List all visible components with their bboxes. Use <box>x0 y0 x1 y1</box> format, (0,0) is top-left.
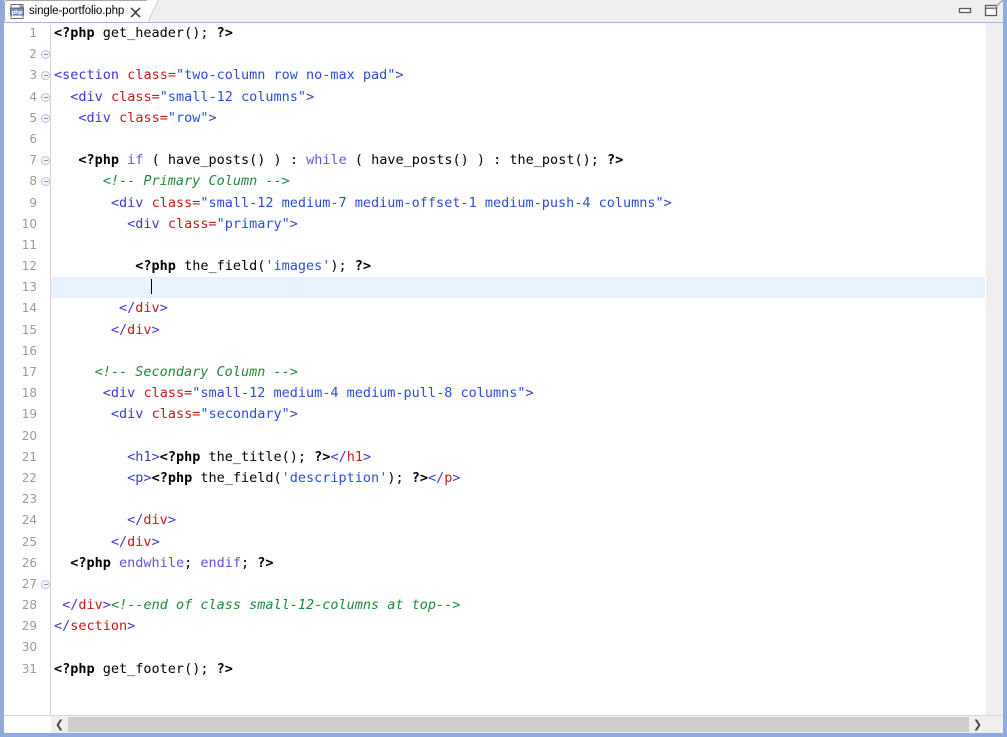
line-number: 20 <box>21 428 37 443</box>
line-number: 25 <box>21 534 37 549</box>
chevron-left-icon: ❮ <box>54 718 65 731</box>
svg-text:php: php <box>11 9 22 15</box>
line-number: 28 <box>21 598 37 613</box>
line-number: 29 <box>21 619 37 634</box>
code-line[interactable] <box>51 129 1003 150</box>
line-number: 17 <box>21 365 37 379</box>
line-number: 15 <box>21 322 37 337</box>
code-editor[interactable]: 1 2 3 4 5 6 7 8 9 10 11 12 13 14 15 16 17 18 19 20 21 22 23 24 2… <box>4 23 1003 733</box>
line-number: 2 <box>12 44 50 65</box>
vertical-scrollbar[interactable] <box>985 23 1003 733</box>
code-line[interactable] <box>51 637 1003 658</box>
code-line[interactable]: <div class="small-12 medium-7 medium-off… <box>51 193 1003 214</box>
line-number: 30 <box>21 640 37 655</box>
code-line[interactable]: </div> <box>51 298 1003 319</box>
code-canvas[interactable]: <?php get_header(); ?> <section class="t… <box>51 23 1003 733</box>
close-icon[interactable] <box>130 6 141 18</box>
code-line[interactable]: </div> <box>51 320 1003 341</box>
code-line[interactable] <box>51 489 1003 510</box>
code-line[interactable]: </section> <box>51 616 1003 637</box>
line-number: 6 <box>29 131 37 146</box>
code-line[interactable] <box>51 235 1003 256</box>
line-number: 22 <box>21 470 37 485</box>
minimize-icon[interactable] <box>958 4 972 17</box>
scroll-right-button[interactable]: ❯ <box>969 716 986 733</box>
line-number: 9 <box>29 195 37 210</box>
tab-strip: php single-portfolio.php <box>4 0 148 23</box>
code-line[interactable]: <div class="small-12 columns"> <box>51 87 1003 108</box>
line-number: 12 <box>21 259 37 274</box>
code-line[interactable]: <section class="two-column row no-max pa… <box>51 65 1003 86</box>
line-number: 3 <box>12 65 50 86</box>
line-number: 1 <box>29 26 37 40</box>
code-line[interactable]: <?php if ( have_posts() ) : while ( have… <box>51 150 1003 171</box>
line-number: 4 <box>12 87 50 108</box>
line-number: 18 <box>21 386 37 401</box>
line-number: 26 <box>21 555 37 570</box>
line-number: 13 <box>21 280 37 295</box>
line-number: 21 <box>21 449 37 464</box>
line-number: 19 <box>21 407 37 422</box>
editor-window: php single-portfolio.php 1 2 3 4 5 6 7 8… <box>0 0 1007 737</box>
code-line[interactable]: <!-- Primary Column --> <box>51 171 1003 192</box>
code-line[interactable]: <div class="secondary"> <box>51 404 1003 425</box>
line-number: 27 <box>12 574 50 595</box>
line-number: 24 <box>21 513 37 528</box>
fold-collapse-icon[interactable] <box>41 71 50 81</box>
code-line[interactable]: <?php get_header(); ?> <box>51 23 1003 44</box>
window-controls <box>958 4 998 17</box>
line-number: 16 <box>21 343 37 358</box>
code-line[interactable]: <?php endwhile; endif; ?> <box>51 553 1003 574</box>
window-resize-grip <box>993 0 1003 10</box>
line-number: 23 <box>21 492 37 507</box>
code-line[interactable] <box>51 44 1003 65</box>
fold-collapse-icon[interactable] <box>41 579 50 589</box>
scrollbar-corner <box>986 716 1003 733</box>
code-line[interactable]: <h1><?php the_title(); ?></h1> <box>51 447 1003 468</box>
fold-collapse-icon[interactable] <box>41 177 50 187</box>
line-number: 7 <box>12 150 50 171</box>
code-line[interactable]: <?php get_footer(); ?> <box>51 659 1003 680</box>
code-line[interactable]: <div class="small-12 medium-4 medium-pul… <box>51 383 1003 404</box>
code-line[interactable]: <div class="row"> <box>51 108 1003 129</box>
editor-tab-single-portfolio[interactable]: php single-portfolio.php <box>4 0 148 22</box>
line-number: 8 <box>12 171 50 192</box>
line-number: 5 <box>12 108 50 129</box>
code-line[interactable]: <!-- Secondary Column --> <box>51 362 1003 383</box>
text-cursor <box>150 279 152 295</box>
code-line[interactable]: <?php the_field('images'); ?> <box>51 256 1003 277</box>
code-line[interactable]: </div> <box>51 510 1003 531</box>
code-line[interactable]: <div class="primary"> <box>51 214 1003 235</box>
code-line[interactable] <box>51 426 1003 447</box>
line-number: 14 <box>21 301 37 316</box>
title-bar: php single-portfolio.php <box>4 0 1003 23</box>
code-line[interactable] <box>51 341 1003 362</box>
gutter-scroll-pad <box>4 716 51 733</box>
line-number: 11 <box>21 237 37 252</box>
line-number-gutter: 1 2 3 4 5 6 7 8 9 10 11 12 13 14 15 16 17 18 19 20 21 22 23 24 2… <box>12 23 50 733</box>
fold-collapse-icon[interactable] <box>41 113 50 123</box>
fold-collapse-icon[interactable] <box>41 156 50 166</box>
code-line[interactable] <box>51 574 1003 595</box>
php-file-icon: php <box>10 3 25 19</box>
scroll-left-button[interactable]: ❮ <box>51 716 68 733</box>
line-number: 31 <box>21 661 37 676</box>
fold-collapse-icon[interactable] <box>41 50 50 60</box>
chevron-right-icon: ❯ <box>972 718 983 731</box>
line-number: 10 <box>21 216 37 231</box>
code-line[interactable]: </div><!--end of class small-12-columns … <box>51 595 1003 616</box>
fold-collapse-icon[interactable] <box>41 92 50 102</box>
code-line[interactable]: <p><?php the_field('description'); ?></p… <box>51 468 1003 489</box>
horizontal-scrollbar[interactable]: ❮ ❯ <box>4 715 1003 733</box>
code-line[interactable]: </div> <box>51 532 1003 553</box>
horizontal-scroll-thumb[interactable] <box>68 717 969 732</box>
tab-title: single-portfolio.php <box>29 5 125 17</box>
code-line[interactable] <box>51 277 1003 299</box>
